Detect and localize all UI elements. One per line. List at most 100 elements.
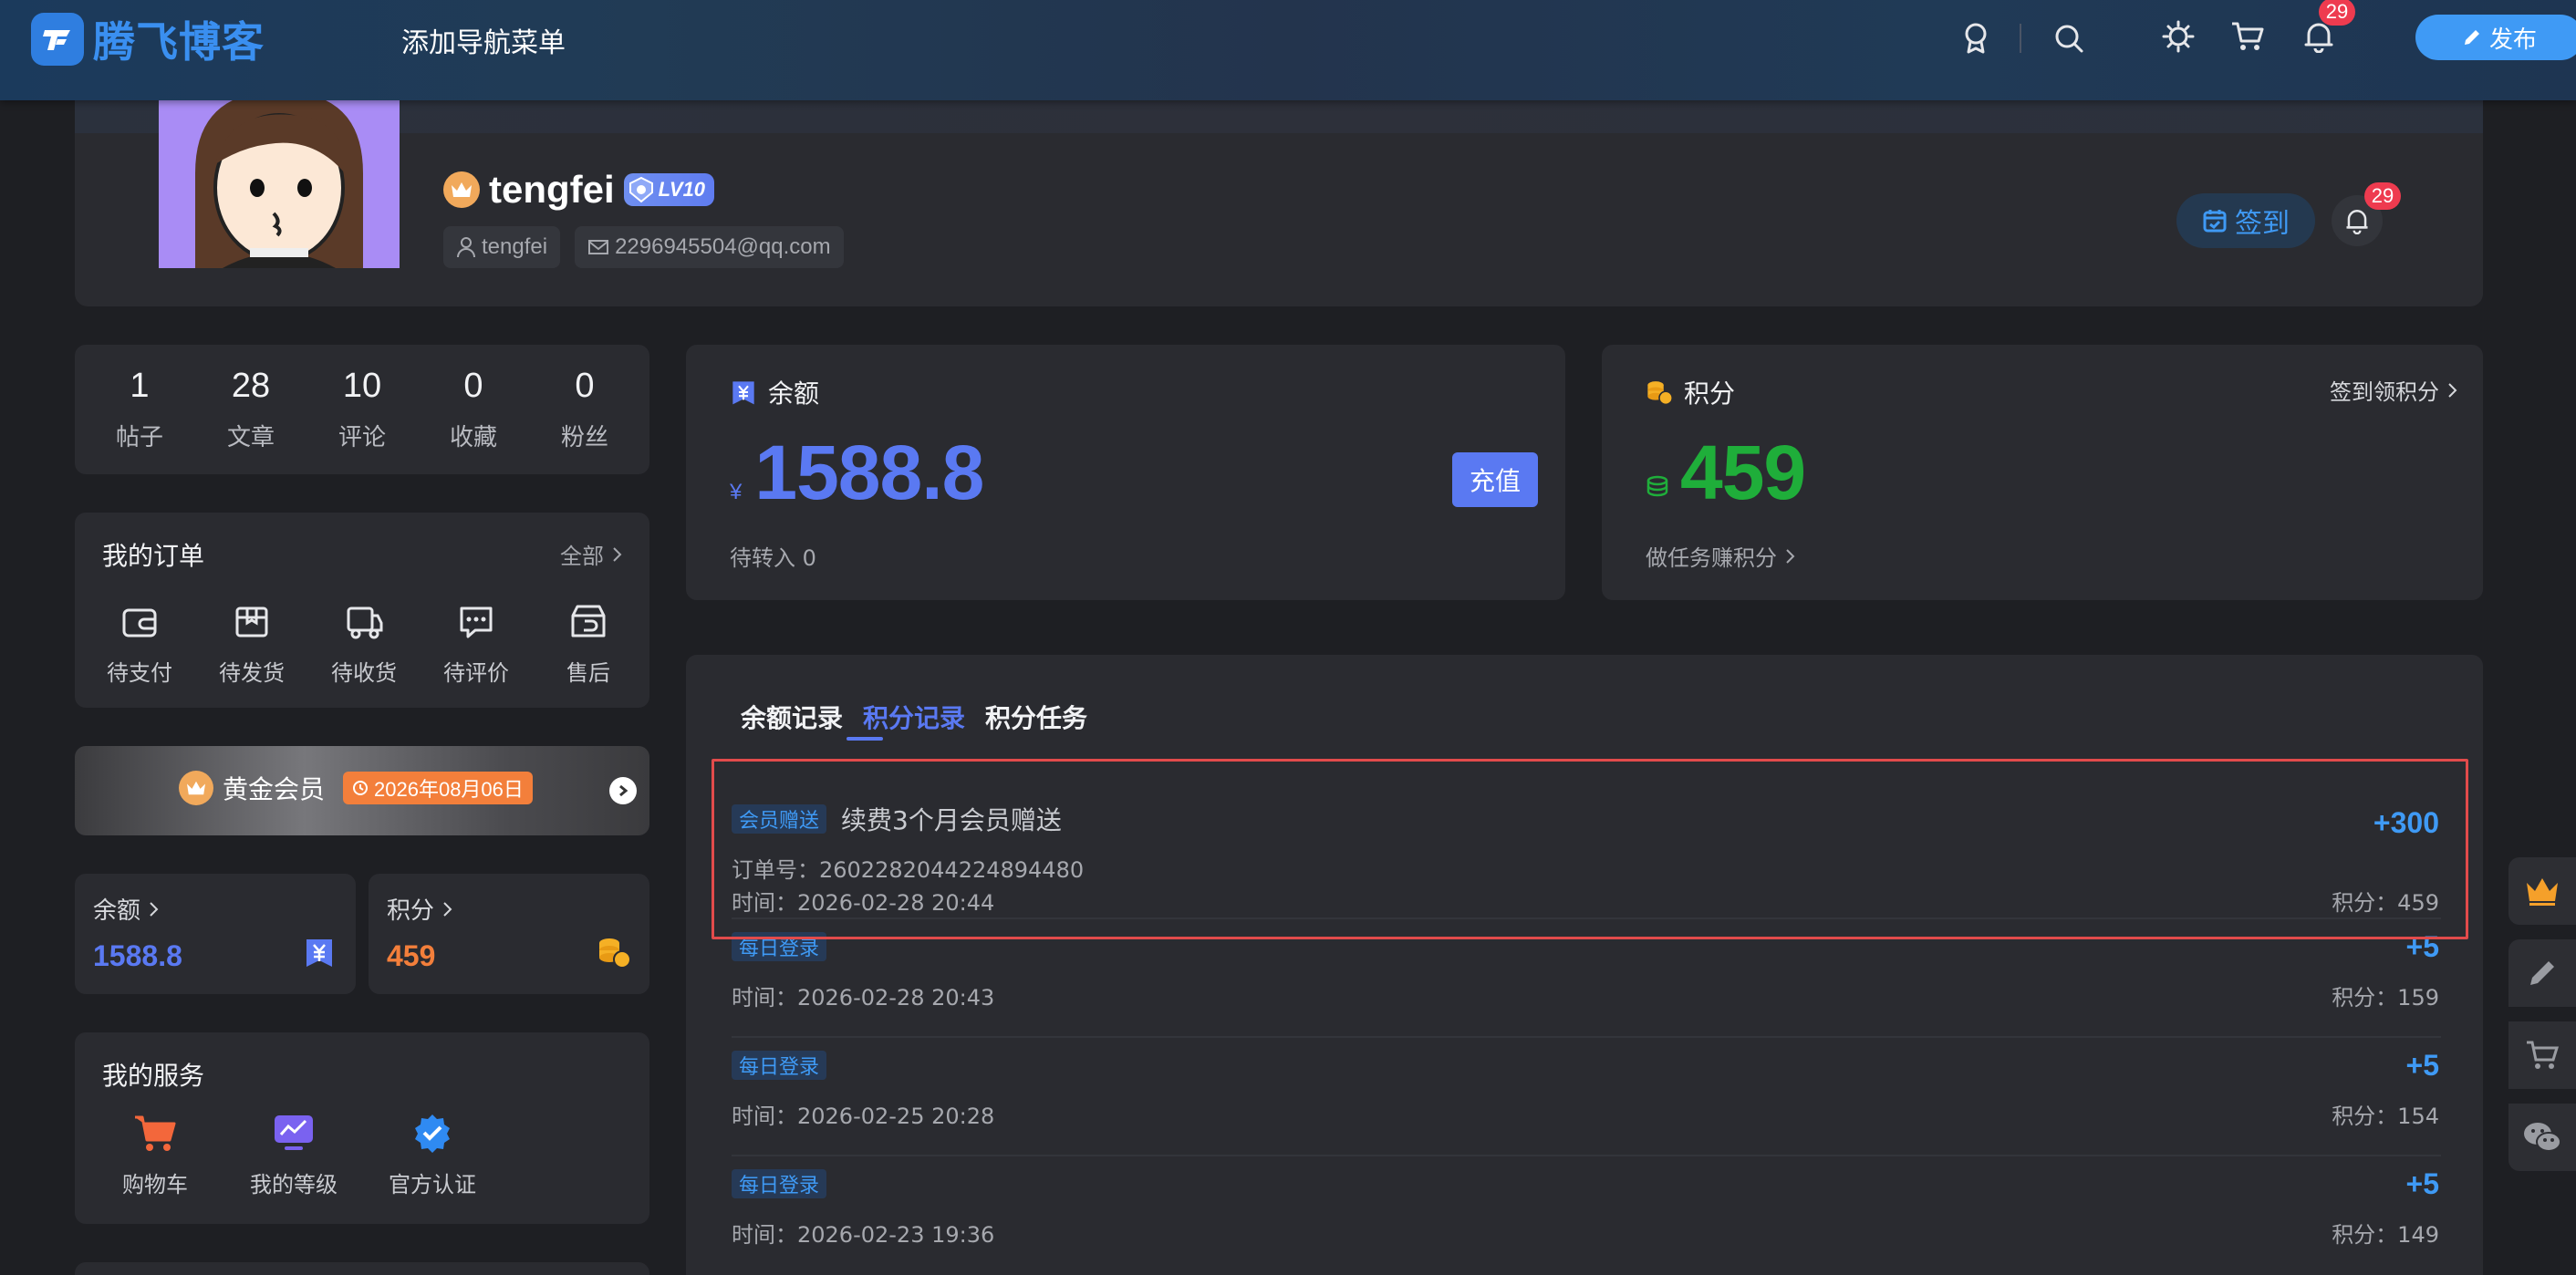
stat-value: 28 (231, 367, 271, 405)
earn-points-link[interactable]: 做任务赚积分 (1646, 540, 1795, 572)
stat-label: 粉丝 (560, 424, 608, 451)
order-status-label: 待支付 (107, 660, 172, 686)
site-logo[interactable]: 腾飞博客 (31, 9, 265, 69)
header-divider (2020, 24, 2021, 53)
coin-stack-icon (1646, 475, 1668, 497)
highlight-box (712, 759, 2468, 939)
publish-button[interactable]: 发布 (2415, 15, 2576, 60)
vip-crown-icon (179, 771, 213, 805)
medal-icon[interactable] (1950, 13, 2001, 64)
record-divider (732, 1036, 2441, 1038)
my-services-card: 我的服务 购物车 我的等级 官方认证 (75, 1032, 649, 1224)
orders-all-label: 全部 (560, 544, 604, 569)
add-nav-menu-link[interactable]: 添加导航菜单 (401, 20, 566, 60)
vip-expire-badge: 2026年08月06日 (343, 772, 533, 804)
calendar-check-icon (2203, 210, 2227, 233)
balance-amount-row: ¥ 1588.8 (730, 429, 984, 517)
profile-notification-badge: 29 (2364, 182, 2401, 210)
signin-points-label: 签到领积分 (2330, 379, 2439, 405)
balance-mini-card[interactable]: 余额 1588.8 (75, 874, 356, 994)
stat-articles[interactable]: 28 文章 (201, 367, 301, 452)
order-status-label: 待收货 (331, 660, 397, 686)
orders-all-link[interactable]: 全部 (560, 538, 622, 570)
account-chip: tengfei (443, 226, 561, 268)
bell-icon (2346, 210, 2368, 234)
record-balance: 积分：154 (2332, 1104, 2439, 1129)
record-row: 每日登录 +5 时间：2026-02-23 19:36 积分：149 (686, 1158, 2483, 1275)
record-amount: +5 (2405, 1167, 2439, 1200)
chevron-right-icon (150, 901, 159, 917)
stat-label: 评论 (338, 424, 386, 451)
wallet-icon (122, 608, 157, 638)
clock-icon (353, 781, 369, 795)
side-cart-button[interactable] (2508, 1021, 2576, 1089)
vip-arrow-icon[interactable] (609, 777, 637, 804)
next-card-stub (75, 1262, 649, 1275)
tab-points-tasks[interactable]: 积分任务 (985, 699, 1087, 735)
theme-toggle-icon[interactable] (2153, 11, 2204, 62)
stat-value: 0 (463, 367, 483, 405)
level-chart-icon (275, 1115, 313, 1150)
signin-points-link[interactable]: 签到领积分 (2330, 374, 2457, 406)
balance-mini-value: 1588.8 (93, 939, 182, 972)
top-header: 腾飞博客 添加导航菜单 29 发布 (0, 0, 2576, 100)
side-vip-button[interactable] (2508, 857, 2576, 925)
stat-fans[interactable]: 0 粉丝 (535, 367, 635, 452)
cart-icon (2527, 1041, 2560, 1069)
stat-comments[interactable]: 10 评论 (312, 367, 412, 452)
avatar[interactable] (159, 100, 400, 268)
my-orders-card: 我的订单 全部 待支付 待发货 待收货 待评价 售后 (75, 513, 649, 708)
pencil-icon (2464, 30, 2479, 45)
vip-membership-card[interactable]: 黄金会员 2026年08月06日 (75, 746, 649, 835)
return-icon (571, 605, 606, 638)
email-chip: 2296945504@qq.com (575, 226, 844, 268)
level-text: LV10 (658, 178, 706, 201)
balance-amount: 1588.8 (754, 430, 984, 515)
yuan-card-icon (303, 936, 336, 973)
service-level[interactable]: 我的等级 (239, 1113, 348, 1198)
side-write-button[interactable] (2508, 939, 2576, 1007)
record-time: 时间：2026-02-28 20:43 (732, 985, 995, 1011)
record-balance: 积分：149 (2332, 1222, 2439, 1248)
service-cart[interactable]: 购物车 (100, 1113, 210, 1198)
order-pending-payment[interactable]: 待支付 (89, 600, 190, 687)
service-verification[interactable]: 官方认证 (378, 1113, 487, 1198)
points-card: 积分 签到领积分 459 做任务赚积分 (1602, 345, 2483, 600)
service-label: 购物车 (122, 1172, 188, 1197)
record-divider (732, 1155, 2441, 1156)
points-card-title: 积分 (1684, 378, 1736, 409)
points-card-header: 积分 (1646, 374, 1735, 410)
vip-expire-date: 2026年08月06日 (374, 778, 524, 801)
balance-mini-title: 余额 (93, 892, 159, 926)
order-status-label: 待发货 (219, 660, 285, 686)
vip-info: 黄金会员 2026年08月06日 (179, 770, 533, 806)
order-pending-shipment[interactable]: 待发货 (202, 600, 302, 687)
balance-card-title: 余额 (768, 378, 820, 409)
currency-symbol: ¥ (730, 480, 743, 504)
sign-in-button[interactable]: 签到 (2176, 193, 2315, 248)
crown-icon (443, 171, 480, 208)
active-tab-indicator (847, 737, 883, 741)
username: tengfei (489, 168, 615, 211)
side-wechat-button[interactable] (2508, 1104, 2576, 1171)
truck-icon (347, 606, 383, 639)
user-stats-card: 1 帖子 28 文章 10 评论 0 收藏 0 粉丝 (75, 345, 649, 474)
profile-bell-button[interactable]: 29 (2332, 182, 2401, 246)
order-after-sales[interactable]: 售后 (538, 600, 639, 687)
notification-bell[interactable]: 29 (2293, 0, 2355, 62)
tab-balance-records[interactable]: 余额记录 (741, 699, 843, 735)
records-tabs: 余额记录 积分记录 积分任务 (741, 699, 1087, 735)
tab-points-records[interactable]: 积分记录 (863, 699, 965, 735)
cart-icon[interactable] (2222, 11, 2273, 62)
recharge-button[interactable]: 充值 (1452, 452, 1538, 507)
points-mini-card[interactable]: 积分 459 (369, 874, 649, 994)
search-icon[interactable] (2043, 13, 2094, 64)
profile-cover (75, 100, 2483, 133)
order-pending-receipt[interactable]: 待收货 (314, 600, 414, 687)
user-icon (457, 237, 475, 258)
chevron-right-icon (613, 546, 622, 562)
stat-posts[interactable]: 1 帖子 (89, 367, 190, 452)
yuan-card-icon (732, 381, 754, 405)
stat-favorites[interactable]: 0 收藏 (423, 367, 524, 452)
order-pending-review[interactable]: 待评价 (426, 600, 526, 687)
